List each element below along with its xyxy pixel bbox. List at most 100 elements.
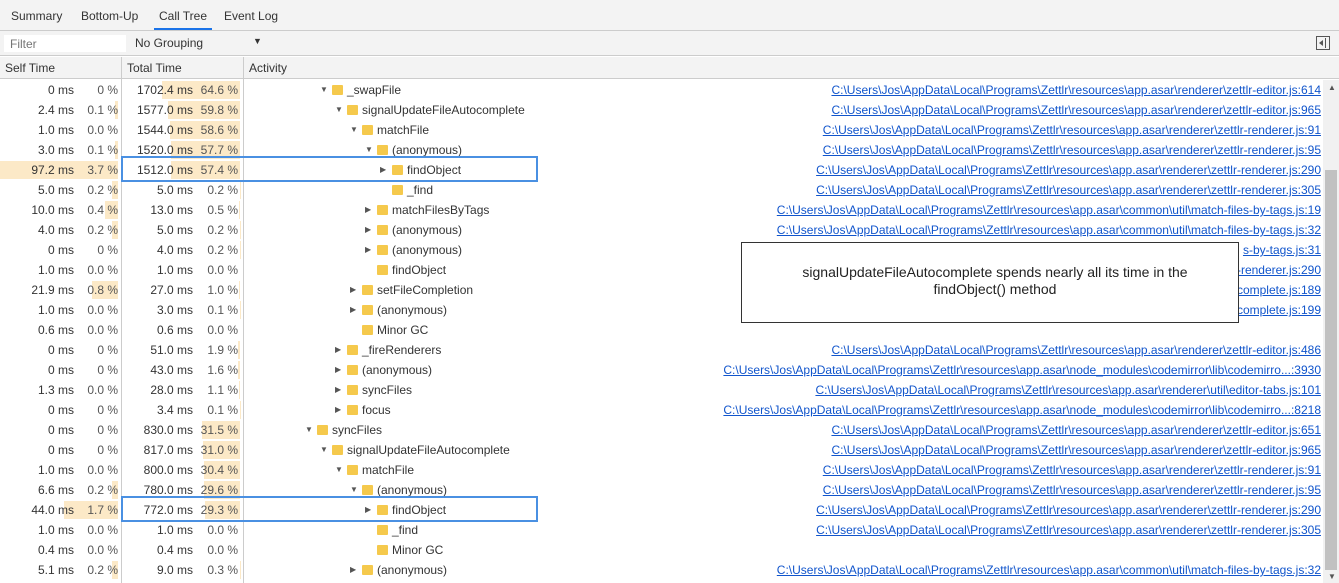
activity-name: setFileCompletion <box>377 283 474 297</box>
folder-icon <box>377 265 388 275</box>
table-row[interactable]: 0 ms 0 % 817.0 ms 31.0 % ▼ signalUpdateFileAu… <box>0 440 1323 460</box>
table-row[interactable]: 1.0 ms 0.0 % 800.0 ms 30.4 % ▼ matchFile C:\Us… <box>0 460 1323 480</box>
table-row[interactable]: 0 ms 0 % 51.0 ms 1.9 % ▶ _fireRenderers C:\Use… <box>0 340 1323 360</box>
table-row[interactable]: 5.0 ms 0.2 % 5.0 ms 0.2 % _find C:\Users\Jos\… <box>0 180 1323 200</box>
folder-icon <box>377 145 388 155</box>
table-row[interactable]: 1.3 ms 0.0 % 28.0 ms 1.1 % ▶ syncFiles C:\User… <box>0 380 1323 400</box>
source-link[interactable]: C:\Users\Jos\AppData\Local\Programs\Zett… <box>823 460 1321 480</box>
expand-down-arrow-icon[interactable]: ▼ <box>320 440 328 460</box>
source-link[interactable]: C:\Users\Jos\AppData\Local\Programs\Zett… <box>816 160 1321 180</box>
expand-right-arrow-icon[interactable]: ▶ <box>350 300 356 320</box>
expand-right-arrow-icon[interactable]: ▶ <box>350 280 356 300</box>
expand-right-arrow-icon[interactable]: ▶ <box>335 400 341 420</box>
scrollbar-thumb[interactable] <box>1325 170 1337 570</box>
source-link[interactable]: C:\Users\Jos\AppData\Local\Programs\Zett… <box>777 200 1321 220</box>
source-link[interactable]: C:\Users\Jos\AppData\Local\Programs\Zett… <box>816 520 1321 540</box>
folder-icon <box>392 185 403 195</box>
source-link[interactable]: C:\Users\Jos\AppData\Local\Programs\Zett… <box>831 100 1321 120</box>
tab-call-tree[interactable]: Call Tree <box>154 0 213 30</box>
expand-down-arrow-icon[interactable]: ▼ <box>335 460 343 480</box>
expand-down-arrow-icon[interactable]: ▼ <box>320 80 328 100</box>
source-link[interactable]: C:\Users\Jos\AppData\Local\Programs\Zett… <box>823 140 1321 160</box>
scroll-up-arrow-icon[interactable]: ▲ <box>1328 83 1336 92</box>
expand-right-arrow-icon[interactable]: ▶ <box>365 240 371 260</box>
self-time-percent: 0.0 % <box>87 543 118 557</box>
source-link[interactable]: C:\Users\Jos\AppData\Local\Programs\Zett… <box>815 380 1321 400</box>
dropdown-arrow-icon[interactable]: ▼ <box>253 36 262 46</box>
self-time-percent: 0.0 % <box>87 123 118 137</box>
table-row[interactable]: 0 ms 0 % 830.0 ms 31.5 % ▼ syncFiles C:\Users\… <box>0 420 1323 440</box>
expand-down-arrow-icon[interactable]: ▼ <box>335 100 343 120</box>
total-time-percent: 58.6 % <box>200 123 238 137</box>
folder-icon <box>362 325 373 335</box>
total-time-percent: 1.9 % <box>207 343 238 357</box>
tab-event-log[interactable]: Event Log <box>222 0 280 30</box>
table-row[interactable]: 0.6 ms 0.0 % 0.6 ms 0.0 % Minor GC <box>0 320 1323 340</box>
expand-right-arrow-icon[interactable]: ▶ <box>335 340 341 360</box>
activity-name: signalUpdateFileAutocomplete <box>347 443 510 457</box>
self-time-percent: 0.0 % <box>87 263 118 277</box>
expand-right-arrow-icon[interactable]: ▶ <box>335 360 341 380</box>
activity-name: _find <box>392 523 419 537</box>
total-time-percent: 31.0 % <box>200 443 238 457</box>
activity-name: syncFiles <box>332 423 383 437</box>
table-row[interactable]: 1.0 ms 0.0 % 1.0 ms 0.0 % _find C:\Users\Jos\… <box>0 520 1323 540</box>
column-header-activity[interactable]: Activity <box>244 57 1144 78</box>
table-row[interactable]: 5.1 ms 0.2 % 9.0 ms 0.3 % ▶ (anonymous) C:\Use… <box>0 560 1323 580</box>
total-time-percent: 0.2 % <box>207 183 238 197</box>
column-header-self-time[interactable]: Self Time <box>0 57 122 78</box>
table-row[interactable]: 2.4 ms 0.1 % 1577.0 ms 59.8 % ▼ signalUpdateF… <box>0 100 1323 120</box>
source-link[interactable]: C:\Users\Jos\AppData\Local\Programs\Zett… <box>777 560 1321 580</box>
source-link[interactable]: s-by-tags.js:31 <box>1243 240 1321 260</box>
table-row[interactable]: 4.0 ms 0.2 % 5.0 ms 0.2 % ▶ (anonymous) C:\Use… <box>0 220 1323 240</box>
total-time-percent: 0.1 % <box>207 403 238 417</box>
source-link[interactable]: complete.js:189 <box>1237 280 1321 300</box>
source-link[interactable]: -renderer.js:290 <box>1237 260 1321 280</box>
table-row[interactable]: 0 ms 0 % 1702.4 ms 64.6 % ▼ _swapFile C:\Users… <box>0 80 1323 100</box>
column-header-row: Self Time Total Time Activity <box>0 57 1339 79</box>
folder-icon <box>347 365 358 375</box>
expand-right-arrow-icon[interactable]: ▶ <box>335 380 341 400</box>
table-row[interactable]: 0 ms 0 % 43.0 ms 1.6 % ▶ (anonymous) C:\Users\… <box>0 360 1323 380</box>
source-link[interactable]: C:\Users\Jos\AppData\Local\Programs\Zett… <box>777 220 1321 240</box>
tab-summary[interactable]: Summary <box>9 0 64 30</box>
total-time-percent: 0.3 % <box>207 563 238 577</box>
activity-name: findObject <box>392 263 447 277</box>
source-link[interactable]: C:\Users\Jos\AppData\Local\Programs\Zett… <box>831 420 1321 440</box>
source-link[interactable]: C:\Users\Jos\AppData\Local\Programs\Zett… <box>723 360 1321 380</box>
total-time-percent: 0.1 % <box>207 303 238 317</box>
source-link[interactable]: C:\Users\Jos\AppData\Local\Programs\Zett… <box>816 500 1321 520</box>
scroll-down-arrow-icon[interactable]: ▼ <box>1328 572 1336 581</box>
folder-icon <box>347 405 358 415</box>
table-row[interactable]: 0 ms 0 % 3.4 ms 0.1 % ▶ focus C:\Users\Jos\App… <box>0 400 1323 420</box>
table-row[interactable]: 10.0 ms 0.4 % 13.0 ms 0.5 % ▶ matchFilesByTag… <box>0 200 1323 220</box>
activity-name: (anonymous) <box>362 363 433 377</box>
sidebar-toggle-icon[interactable] <box>1316 36 1330 50</box>
self-time-percent: 0 % <box>97 363 118 377</box>
table-row[interactable]: 0.4 ms 0.0 % 0.4 ms 0.0 % Minor GC <box>0 540 1323 560</box>
activity-name: matchFilesByTags <box>392 203 490 217</box>
source-link[interactable]: C:\Users\Jos\AppData\Local\Programs\Zett… <box>831 440 1321 460</box>
source-link[interactable]: complete.js:199 <box>1237 300 1321 320</box>
filter-input[interactable] <box>4 35 126 52</box>
expand-right-arrow-icon[interactable]: ▶ <box>350 560 356 580</box>
tab-bottom-up[interactable]: Bottom-Up <box>79 0 140 30</box>
expand-down-arrow-icon[interactable]: ▼ <box>305 420 313 440</box>
folder-icon <box>362 285 373 295</box>
expand-right-arrow-icon[interactable]: ▶ <box>365 220 371 240</box>
source-link[interactable]: C:\Users\Jos\AppData\Local\Programs\Zett… <box>831 340 1321 360</box>
grouping-select[interactable]: No Grouping <box>135 36 203 50</box>
expand-down-arrow-icon[interactable]: ▼ <box>350 120 358 140</box>
activity-name: _find <box>407 183 434 197</box>
source-link[interactable]: C:\Users\Jos\AppData\Local\Programs\Zett… <box>823 120 1321 140</box>
total-time-percent: 0.0 % <box>207 263 238 277</box>
source-link[interactable]: C:\Users\Jos\AppData\Local\Programs\Zett… <box>723 400 1321 420</box>
source-link[interactable]: C:\Users\Jos\AppData\Local\Programs\Zett… <box>831 80 1321 100</box>
table-row[interactable]: 1.0 ms 0.0 % 1544.0 ms 58.6 % ▼ matchFile C:\U… <box>0 120 1323 140</box>
source-link[interactable]: C:\Users\Jos\AppData\Local\Programs\Zett… <box>816 180 1321 200</box>
source-link[interactable]: C:\Users\Jos\AppData\Local\Programs\Zett… <box>823 480 1321 500</box>
folder-icon <box>377 205 388 215</box>
self-time-percent: 0.0 % <box>87 303 118 317</box>
column-header-total-time[interactable]: Total Time <box>122 57 244 78</box>
expand-right-arrow-icon[interactable]: ▶ <box>365 200 371 220</box>
